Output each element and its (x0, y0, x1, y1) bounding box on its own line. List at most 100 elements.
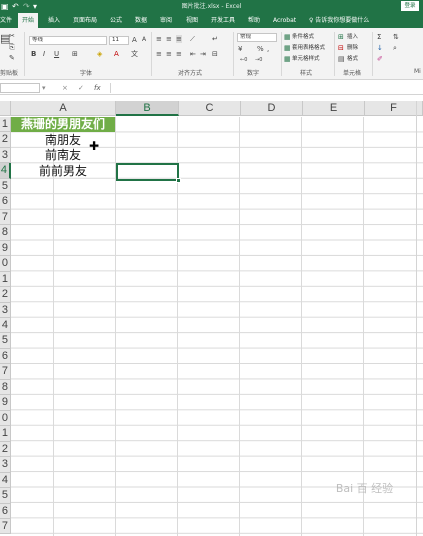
row-header[interactable]: 7 (0, 209, 11, 226)
row-header[interactable]: 9 (0, 395, 11, 411)
format-as-table-icon[interactable]: ▦ (284, 44, 291, 52)
column-header-f[interactable]: F (365, 101, 423, 116)
decrease-font-icon[interactable]: A (142, 36, 146, 44)
font-color-icon[interactable]: A (114, 50, 119, 58)
underline-icon[interactable]: U (54, 50, 59, 58)
number-format-select[interactable]: 常规 (237, 33, 277, 42)
decrease-decimal-icon[interactable]: →0 (255, 56, 262, 64)
row-header[interactable]: 2 (0, 132, 11, 148)
percent-icon[interactable]: % (257, 45, 264, 53)
italic-icon[interactable]: I (43, 50, 45, 58)
sort-filter-icon[interactable]: ⇅ (393, 33, 399, 41)
align-center-icon[interactable]: ≡ (166, 50, 172, 58)
insert-cells-icon[interactable]: ⊞ (338, 33, 344, 41)
row-header[interactable]: 4 (0, 317, 11, 334)
comma-icon[interactable]: , (267, 45, 269, 53)
cell-styles-icon[interactable]: ▦ (284, 55, 291, 63)
row-header[interactable]: 2 (0, 287, 11, 303)
row-header[interactable]: 1 (0, 426, 11, 442)
conditional-format-button[interactable]: 条件格式 (292, 33, 314, 41)
row-header[interactable]: 2 (0, 441, 11, 458)
row-header[interactable]: 0 (0, 410, 11, 427)
row-header[interactable]: 4 (0, 472, 11, 489)
cell-styles-button[interactable]: 单元格样式 (292, 55, 320, 63)
row-header[interactable]: 6 (0, 194, 11, 210)
borders-icon[interactable]: ⊞ (72, 50, 78, 58)
insert-cells-button[interactable]: 插入 (347, 33, 358, 41)
format-painter-icon[interactable]: ✎ (9, 54, 15, 62)
fill-handle[interactable] (176, 178, 181, 183)
name-box[interactable] (0, 83, 40, 93)
row-header[interactable]: 5 (0, 178, 11, 195)
wrap-text-icon[interactable]: ↵ (212, 35, 218, 43)
decrease-indent-icon[interactable]: ⇤ (190, 50, 196, 58)
tab-data[interactable]: 数据 (135, 13, 147, 28)
selected-cell-b4[interactable] (116, 163, 179, 181)
row-header[interactable]: 7 (0, 364, 11, 380)
align-bottom-icon[interactable]: ≡ (176, 35, 182, 43)
bold-icon[interactable]: B (31, 50, 36, 58)
row-header[interactable]: 3 (0, 302, 11, 318)
cell-a1[interactable]: 燕珊的男朋友们 (11, 117, 115, 132)
tab-insert[interactable]: 插入 (48, 13, 60, 28)
enter-icon[interactable]: ✓ (78, 83, 84, 93)
row-header[interactable]: 0 (0, 256, 11, 272)
row-header[interactable]: 3 (0, 147, 11, 164)
align-left-icon[interactable]: ≡ (156, 50, 162, 58)
increase-indent-icon[interactable]: ⇥ (200, 50, 206, 58)
namebox-dropdown-icon[interactable]: ▾ (42, 83, 46, 93)
fill-color-icon[interactable]: ◈ (97, 50, 102, 58)
row-header[interactable]: 4 (0, 163, 11, 179)
row-header[interactable]: 7 (0, 518, 11, 535)
row-header[interactable]: 5 (0, 333, 11, 349)
row-header[interactable]: 9 (0, 240, 11, 257)
tab-home[interactable]: 开始 (18, 13, 39, 28)
align-middle-icon[interactable]: ≡ (166, 35, 172, 43)
row-header[interactable]: 8 (0, 225, 11, 241)
font-size-select[interactable]: 11 (109, 36, 129, 45)
cell-a4[interactable]: 前前男友 (11, 164, 115, 179)
row-header[interactable]: 3 (0, 457, 11, 473)
phonetic-icon[interactable]: 文 (131, 50, 138, 58)
tab-developer[interactable]: 开发工具 (211, 13, 235, 28)
row-header[interactable]: 8 (0, 379, 11, 396)
tab-page-layout[interactable]: 页面布局 (73, 13, 97, 28)
column-header-b[interactable]: B (116, 101, 179, 116)
clear-icon[interactable]: ✐ (377, 55, 383, 63)
format-cells-icon[interactable]: ▤ (338, 55, 345, 63)
cell-a3[interactable]: 前南友 (11, 148, 115, 163)
row-header[interactable]: 1 (0, 117, 11, 133)
increase-decimal-icon[interactable]: ←0 (240, 56, 247, 64)
tab-file[interactable]: 文件 (0, 13, 12, 28)
row-header[interactable]: 5 (0, 488, 11, 504)
currency-icon[interactable]: ¥ (238, 45, 242, 53)
delete-cells-icon[interactable]: ⊟ (338, 44, 344, 52)
tell-me-search[interactable]: ♀ 告诉我你想要做什么 (309, 13, 369, 28)
cell-a2[interactable]: 南朋友 (11, 133, 115, 148)
increase-font-icon[interactable]: A (132, 36, 137, 44)
tab-review[interactable]: 审阅 (160, 13, 172, 28)
login-button[interactable]: 登录 (401, 1, 419, 11)
align-right-icon[interactable]: ≡ (176, 50, 182, 58)
find-select-icon[interactable]: ⌕ (393, 44, 397, 52)
row-header[interactable]: 1 (0, 271, 11, 288)
tab-help[interactable]: 帮助 (248, 13, 260, 28)
tab-acrobat[interactable]: Acrobat (273, 13, 296, 28)
delete-cells-button[interactable]: 删除 (347, 44, 358, 52)
merge-center-icon[interactable]: ⊟ (212, 50, 218, 58)
cell-grid[interactable]: 燕珊的男朋友们 南朋友 前南友 前前男友 ✚ (11, 117, 423, 536)
copy-icon[interactable]: ⎘ (9, 43, 15, 51)
conditional-format-icon[interactable]: ▦ (284, 33, 291, 41)
cancel-icon[interactable]: × (62, 83, 68, 93)
cut-icon[interactable]: ✂ (9, 32, 15, 40)
align-top-icon[interactable]: ≡ (156, 35, 162, 43)
insert-function-icon[interactable]: fx (94, 83, 101, 93)
fill-icon[interactable]: ↓ (377, 44, 383, 52)
format-as-table-button[interactable]: 套用表格格式 (292, 44, 325, 52)
row-header[interactable]: 6 (0, 503, 11, 519)
tab-formulas[interactable]: 公式 (110, 13, 122, 28)
column-header-e[interactable]: E (303, 101, 365, 116)
select-all-corner[interactable] (0, 101, 11, 116)
format-cells-button[interactable]: 格式 (347, 55, 358, 63)
tab-view[interactable]: 视图 (186, 13, 198, 28)
